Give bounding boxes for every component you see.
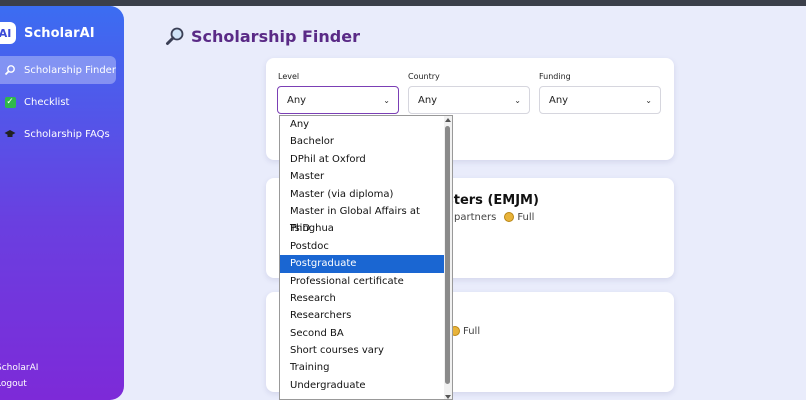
checkbox-icon: ✓ <box>4 96 16 108</box>
result-title: sters (EMJM) <box>446 193 539 208</box>
chevron-down-icon: ⌄ <box>514 95 521 105</box>
medal-icon <box>504 212 515 222</box>
dropdown-option[interactable]: Master (via diploma) <box>280 186 445 203</box>
dropdown-option[interactable]: Master <box>280 168 445 185</box>
chevron-down-icon: ⌄ <box>383 95 390 105</box>
country-select[interactable]: Any ⌄ <box>408 86 530 114</box>
sidebar-item-label: Checklist <box>24 96 70 108</box>
result-meta: partners Full <box>454 212 534 223</box>
sidebar-item-scholarship-faqs[interactable]: Scholarship FAQs <box>0 120 116 148</box>
brand-logo: AI <box>0 22 16 44</box>
dropdown-option[interactable]: Postdoc <box>280 238 445 255</box>
result-partners: partners <box>454 212 497 223</box>
dropdown-option[interactable]: Undergraduate <box>280 377 445 394</box>
country-label: Country <box>408 72 440 81</box>
dropdown-option[interactable]: Any <box>280 116 445 133</box>
sidebar: AI ScholarAI Scholarship Finder ✓ Checkl… <box>0 6 124 400</box>
dropdown-option[interactable]: Short courses vary <box>280 342 445 359</box>
funding-label: Funding <box>539 72 571 81</box>
dropdown-option[interactable]: Second BA <box>280 325 445 342</box>
graduation-cap-icon <box>4 128 16 140</box>
result-funding: Full <box>504 212 534 223</box>
result-funding-text: Full <box>517 212 535 223</box>
scroll-up-arrow-icon[interactable] <box>445 118 451 122</box>
level-dropdown-list[interactable]: Any Bachelor DPhil at Oxford Master Master (… <box>279 115 453 400</box>
sidebar-item-scholarship-finder[interactable]: Scholarship Finder <box>0 56 116 84</box>
sidebar-item-label: Scholarship Finder <box>24 64 116 76</box>
level-select[interactable]: Any ⌄ <box>277 86 399 114</box>
sidebar-nav: Scholarship Finder ✓ Checklist Scholarsh… <box>0 56 116 152</box>
dropdown-option[interactable]: Master in Global Affairs at Tsinghua <box>280 203 445 234</box>
footer-brand: ScholarAI <box>0 363 39 373</box>
scroll-down-arrow-icon[interactable] <box>445 395 451 399</box>
sidebar-item-checklist[interactable]: ✓ Checklist <box>0 88 116 116</box>
sidebar-footer: ScholarAI Logout <box>0 360 38 392</box>
page-title: Scholarship Finder <box>191 26 360 46</box>
dropdown-option[interactable]: Bachelor <box>280 133 445 150</box>
browser-top-bar <box>0 0 806 6</box>
country-select-value: Any <box>418 94 438 106</box>
dropdown-option[interactable]: DPhil at Oxford <box>280 151 445 168</box>
dropdown-option[interactable]: Professional certificate <box>280 273 445 290</box>
dropdown-option[interactable]: Research <box>280 290 445 307</box>
dropdown-option[interactable]: Postgraduate <box>280 255 445 273</box>
funding-select[interactable]: Any ⌄ <box>539 86 661 114</box>
chevron-down-icon: ⌄ <box>645 95 652 105</box>
result-funding-text: Full <box>463 326 481 337</box>
logout-link[interactable]: Logout <box>0 376 38 392</box>
brand[interactable]: AI ScholarAI <box>0 20 95 46</box>
magnifier-icon <box>4 64 16 76</box>
dropdown-option[interactable]: PhD <box>280 220 445 237</box>
level-label: Level <box>278 72 300 81</box>
page-header: Scholarship Finder <box>165 26 360 46</box>
magnifier-icon <box>165 26 185 46</box>
result-meta: Full <box>450 326 480 337</box>
sidebar-item-label: Scholarship FAQs <box>24 128 110 140</box>
brand-name: ScholarAI <box>24 25 95 41</box>
dropdown-option[interactable]: Training <box>280 359 445 376</box>
dropdown-scrollbar[interactable] <box>444 116 452 399</box>
funding-select-value: Any <box>549 94 569 106</box>
level-select-value: Any <box>287 94 307 106</box>
dropdown-option[interactable]: Researchers <box>280 307 445 324</box>
scrollbar-thumb[interactable] <box>445 126 450 384</box>
